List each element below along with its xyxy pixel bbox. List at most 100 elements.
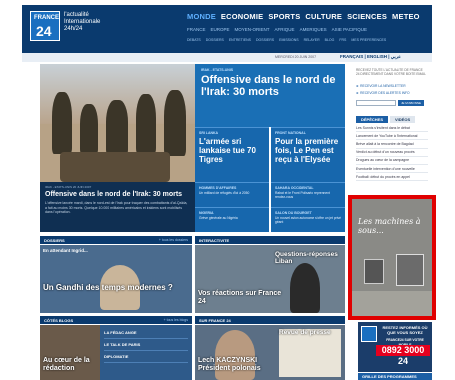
programme-grid-link[interactable]: GRILLE DES PROGRAMMES xyxy=(358,373,432,380)
nav-moyen-orient[interactable]: MOYEN-ORIENT xyxy=(235,27,270,32)
video-caption[interactable]: Questions-réponses Liban xyxy=(275,251,343,265)
ad-text: Les machines à sous... xyxy=(358,217,421,235)
hero-story[interactable]: IRAK - ETATS-UNIS 20 JUIN 2007 Offensive… xyxy=(40,64,195,232)
france24-logo[interactable]: FRANCE 24 xyxy=(30,11,60,41)
nav-asie-pacifique[interactable]: ASIE PACIFIQUE xyxy=(332,27,367,32)
logo-number: 24 xyxy=(36,23,52,39)
nav-dossiers-2[interactable]: DOSSIERS xyxy=(256,38,274,42)
video-caption[interactable]: En attendant Ingrid... xyxy=(43,248,88,253)
video-title[interactable]: Lech KACZYNSKI Président polonais xyxy=(198,357,278,373)
nav-entretiens[interactable]: ENTRETIENS xyxy=(229,38,251,42)
cell-kicker: SRI LANKA xyxy=(199,131,219,135)
subscribe-button[interactable]: JE M'ABONNE xyxy=(398,100,424,106)
nav-emissions[interactable]: EMISSIONS xyxy=(279,38,298,42)
list-item[interactable]: Eventuelle intervention d'une nouvelle xyxy=(356,165,428,174)
nav-afrique[interactable]: AFRIQUE xyxy=(275,27,295,32)
mobile-promo[interactable]: RESTEZ INFORMÉS OÙ QUE VOUS SOYEZ FRANCE… xyxy=(358,322,432,372)
nav-culture[interactable]: CULTURE xyxy=(305,12,342,21)
advertisement[interactable]: Les machines à sous... xyxy=(348,195,436,320)
page: FRANCE 24 l'actualité Internationale 24h… xyxy=(18,0,438,380)
tagline: l'actualité Internationale 24h/24 xyxy=(64,12,101,32)
hero-meta: IRAK - ETATS-UNIS 20 JUIN 2007 xyxy=(45,185,92,189)
tab-videos[interactable]: VIDÉOS xyxy=(390,116,416,123)
cell-summary[interactable]: Rabat et le Front Polisario reprennent r… xyxy=(275,191,341,199)
more-link[interactable]: + tous les blogs xyxy=(164,318,188,322)
headline-title[interactable]: Offensive dans le nord de l'Irak: 30 mor… xyxy=(201,74,339,98)
nav-sciences[interactable]: SCIENCES xyxy=(347,12,387,21)
cell-kicker: NIGERIA xyxy=(199,211,214,215)
language-switch[interactable]: FRANÇAIS | ENGLISH | عربي xyxy=(340,54,401,60)
email-input[interactable] xyxy=(356,100,396,106)
nav-ameriques[interactable]: AMERIQUES xyxy=(300,27,327,32)
interactivite-video[interactable]: Questions-réponses Liban Vos réactions s… xyxy=(195,245,345,313)
alerts-link[interactable]: ► RECEVOIR DES ALERTES INFO xyxy=(356,91,410,95)
newsletter-note: RECEVEZ TOUTE L'ACTUALITE DE FRANCE 24 D… xyxy=(356,68,426,76)
news-cell[interactable]: FRONT NATIONAL Pour la première fois, Le… xyxy=(271,127,345,182)
nav-relayer[interactable]: RELAYER xyxy=(304,38,320,42)
list-item[interactable]: Verdict au début d'un nouveau procès xyxy=(356,149,428,157)
tab-depeches[interactable]: DÉPÊCHES xyxy=(356,116,389,123)
news-cell[interactable]: SAHARA OCCIDENTAL Rabat et le Front Poli… xyxy=(271,182,345,207)
nav-france[interactable]: FRANCE xyxy=(187,27,206,32)
blog-item[interactable]: LE TALK DE PARIS xyxy=(104,339,188,351)
news-cell[interactable]: SRI LANKA L'armée sri lankaise tue 70 Ti… xyxy=(195,127,269,182)
cell-title[interactable]: Pour la première fois, Le Pen est reçu à… xyxy=(275,137,341,164)
list-item[interactable]: Football: début du procès en appel xyxy=(356,173,428,182)
nav-blog[interactable]: BLOG xyxy=(325,38,335,42)
interactivite-header: INTERACTIVITE xyxy=(195,236,345,244)
section-label: DOSSIERS xyxy=(44,238,65,243)
photo-figure xyxy=(106,100,128,155)
dossiers-header: DOSSIERS + tous les dossiers xyxy=(40,236,192,244)
hero-description: L'offensive lancée mardi, dans le nord-e… xyxy=(45,201,188,214)
newsletter-link[interactable]: ► RECEVOIR LA NEWSLETTER xyxy=(356,84,406,88)
cell-summary[interactable]: Grève générale au Nigéria xyxy=(199,216,265,220)
dispatch-list: Les Sunnis s'invitent dans le débat Lanc… xyxy=(356,124,428,182)
headline-box[interactable]: IRAK - ETATS-UNIS Offensive dans le nord… xyxy=(195,64,345,127)
sur-france24-video[interactable]: Revue de presse Lech KACZYNSKI Président… xyxy=(195,325,345,380)
photo-figure xyxy=(52,92,72,154)
nav-sports[interactable]: SPORTS xyxy=(268,12,300,21)
nav-debats[interactable]: DEBATS xyxy=(187,38,201,42)
news-cell[interactable]: HOMMES D'AFFAIRES Un milliard de réfugié… xyxy=(195,182,269,207)
nav-frs[interactable]: FRS xyxy=(339,38,346,42)
cell-kicker: SALON DU BOURGET xyxy=(275,211,312,215)
nav-dossiers[interactable]: DOSSIERS xyxy=(206,38,224,42)
blog-caption[interactable]: Au cœur de la rédaction xyxy=(43,357,103,373)
blog-item[interactable]: DIPLOMATIE xyxy=(104,351,188,363)
photo-figure xyxy=(80,104,98,154)
video-title[interactable]: Un Gandhi des temps modernes ? xyxy=(43,283,183,293)
promo-text: RESTEZ INFORMÉS OÙ QUE VOUS SOYEZ xyxy=(382,325,428,335)
news-grid: SRI LANKA L'armée sri lankaise tue 70 Ti… xyxy=(195,127,345,232)
photo-figure xyxy=(136,94,156,154)
region-nav: FRANCE EUROPE MOYEN-ORIENT AFRIQUE AMERI… xyxy=(187,27,367,32)
mini-logo xyxy=(361,326,377,342)
more-link[interactable]: + tous les dossiers xyxy=(159,238,188,242)
section-label: SUR FRANCE 24 xyxy=(199,318,231,323)
video-caption[interactable]: Revue de presse xyxy=(279,329,339,336)
dossiers-video[interactable]: En attendant Ingrid... Un Gandhi des tem… xyxy=(40,245,192,313)
nav-europe[interactable]: EUROPE xyxy=(211,27,230,32)
news-cell[interactable]: SALON DU BOURGET Un nouvel avion autonom… xyxy=(271,207,345,232)
promo-phone-number[interactable]: 0892 3000 24 xyxy=(376,345,430,366)
cell-summary[interactable]: Un milliard de réfugiés d'ici à 2050 xyxy=(199,191,265,195)
list-item[interactable]: Les Sunnis s'invitent dans le débat xyxy=(356,124,428,133)
list-item[interactable]: Drogues au cœur de la campagne xyxy=(356,157,428,165)
photo-figure xyxy=(164,90,186,156)
headline-kicker: IRAK - ETATS-UNIS xyxy=(201,68,234,72)
sur-france24-header: SUR FRANCE 24 xyxy=(195,316,345,324)
date-strip: MERCREDI 20 JUIN 2007 FRANÇAIS | ENGLISH… xyxy=(22,53,432,62)
video-title[interactable]: Vos réactions sur France 24 xyxy=(198,290,288,306)
nav-monde[interactable]: MONDE xyxy=(187,12,216,21)
news-cell[interactable]: NIGERIA Grève générale au Nigéria xyxy=(195,207,269,232)
blog-item[interactable]: LA FÉDAC ANGE xyxy=(104,327,188,339)
cell-summary[interactable]: Un nouvel avion autonome s'offre un jet … xyxy=(275,216,341,224)
nav-preferences[interactable]: MES PREFERENCES xyxy=(351,38,386,42)
list-item[interactable]: Lancement de YouTube à l'International xyxy=(356,132,428,141)
list-item[interactable]: Brève allait à la rencontre de Bagdad xyxy=(356,140,428,149)
nav-meteo[interactable]: METEO xyxy=(392,12,420,21)
hero-title[interactable]: Offensive dans le nord de l'Irak: 30 mor… xyxy=(45,191,190,199)
nav-economie[interactable]: ECONOMIE xyxy=(221,12,263,21)
blogs-header: CÔTÉS BLOGS + tous les blogs xyxy=(40,316,192,324)
cell-title[interactable]: L'armée sri lankaise tue 70 Tigres xyxy=(199,137,265,164)
ad-floor xyxy=(352,291,432,316)
